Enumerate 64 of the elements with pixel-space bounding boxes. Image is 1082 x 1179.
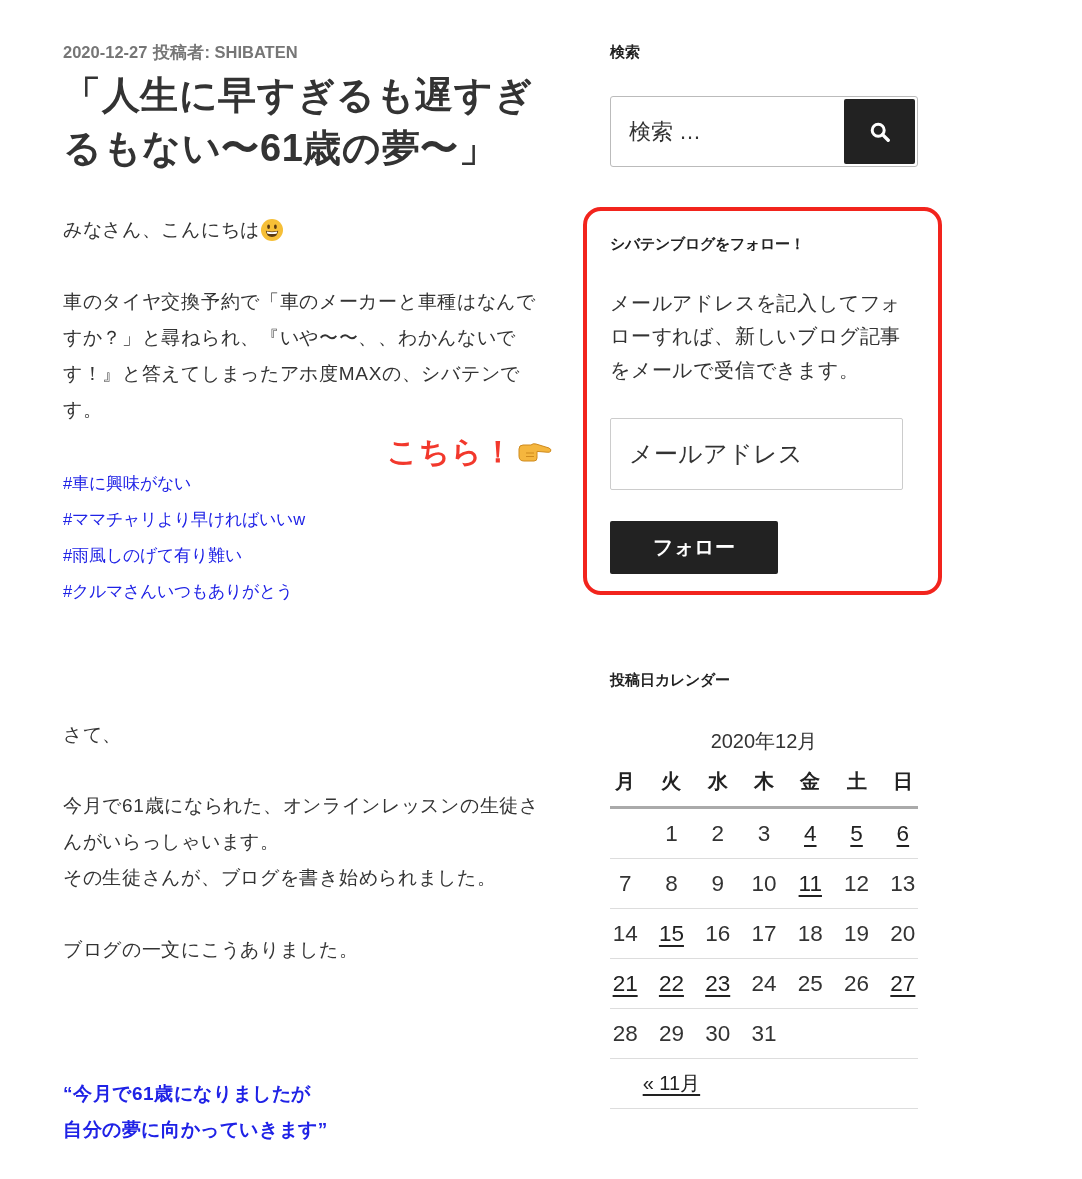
callout-text: こちら！	[387, 438, 514, 466]
calendar-day: 10	[751, 870, 777, 897]
calendar-day: 1	[665, 820, 678, 847]
calendar-day: 29	[658, 1020, 684, 1047]
widget-heading: 投稿日カレンダー	[610, 670, 731, 690]
calendar-day: 13	[890, 870, 916, 897]
weekday-header: 日	[892, 768, 913, 794]
paragraph-text: さて、	[63, 723, 124, 747]
calendar-day-link[interactable]: 21	[612, 970, 638, 997]
weekday-header: 月	[615, 768, 636, 794]
calendar-day: 12	[844, 870, 870, 897]
calendar-day: 8	[665, 870, 678, 897]
calendar-day-link[interactable]: 22	[658, 970, 684, 997]
calendar-caption: 2020年12月	[709, 729, 819, 754]
search-icon	[869, 121, 890, 142]
follow-button[interactable]: フォロー	[610, 521, 778, 574]
calendar-day: 20	[890, 920, 916, 947]
weekday-header: 水	[707, 768, 728, 794]
calendar-day: 7	[618, 870, 632, 897]
calendar-day-link[interactable]: 6	[896, 820, 910, 847]
weekday-header: 金	[800, 768, 821, 794]
weekday-header: 木	[754, 768, 774, 794]
post-date-link[interactable]: 2020-12-27	[63, 40, 148, 64]
calendar-day: 25	[797, 970, 823, 997]
calendar-day: 30	[705, 1020, 731, 1047]
calendar-day-link[interactable]: 15	[658, 920, 684, 947]
paragraph-text: 車のタイヤ交換予約で「車のメーカーと車種はなんで すか？」と尋ねられ、『いや〜〜、、わかんないで す！』と答えてしまったアホ度MAXの、シバテンで す。	[63, 290, 537, 422]
smiley-emoji-icon	[261, 219, 283, 241]
calendar-day-link[interactable]: 27	[890, 970, 916, 997]
calendar-day-link[interactable]: 11	[798, 870, 822, 897]
quote-text: “今月で61歳になりましたが 自分の夢に向かっていきます”	[63, 1082, 329, 1142]
calendar-day: 9	[711, 870, 724, 897]
author-byline-link[interactable]: 投稿者: SHIBATEN	[153, 40, 298, 64]
widget-heading: シバテンブログをフォロー！	[610, 234, 806, 254]
paragraph-text: 今月で61歳になられた、オンラインレッスンの生徒さ んがいらっしゃいます。 その生徒さんが、ブログを書き始められました。	[63, 794, 540, 890]
calendar-day: 2	[711, 820, 724, 847]
hashtag-link[interactable]: #車に興味がない	[63, 465, 192, 501]
calendar-day: 28	[612, 1020, 638, 1047]
email-field[interactable]: メールアドレス	[610, 418, 903, 490]
calendar-day-link[interactable]: 23	[705, 970, 731, 997]
calendar-day-link[interactable]: 5	[850, 820, 863, 847]
calendar-day: 24	[751, 970, 777, 997]
pointing-hand-icon	[518, 441, 552, 463]
widget-heading: 検索	[610, 42, 641, 62]
hashtag-link[interactable]: #雨風しのげて有り難い	[63, 537, 243, 573]
calendar-day: 26	[844, 970, 870, 997]
calendar-day: 19	[844, 920, 870, 947]
paragraph-text: ブログの一文にこうありました。	[63, 938, 360, 962]
calendar-day: 17	[751, 920, 777, 947]
paragraph-text: みなさん、こんにちは	[63, 218, 260, 242]
search-button[interactable]	[844, 99, 915, 164]
post-title: 「人生に早すぎるも遅すぎ るもない〜61歳の夢〜」	[63, 72, 535, 171]
calendar-day: 14	[612, 920, 638, 947]
hashtag-link[interactable]: #ママチャリより早ければいいw	[63, 501, 306, 537]
weekday-header: 火	[661, 768, 682, 794]
calendar-day-link[interactable]: 4	[804, 820, 817, 847]
follow-description: メールアドレスを記入してフォ ローすれば、新しいブログ記事 をメールで受信できます。	[610, 290, 903, 383]
calendar-day: 3	[757, 820, 771, 847]
weekday-header: 土	[846, 768, 867, 794]
hashtag-link[interactable]: #クルマさんいつもありがとう	[63, 573, 294, 609]
previous-month-link[interactable]: « 11月	[642, 1070, 701, 1097]
calendar-day: 18	[797, 920, 823, 947]
calendar-day: 31	[751, 1020, 777, 1047]
calendar-day: 16	[705, 920, 731, 947]
